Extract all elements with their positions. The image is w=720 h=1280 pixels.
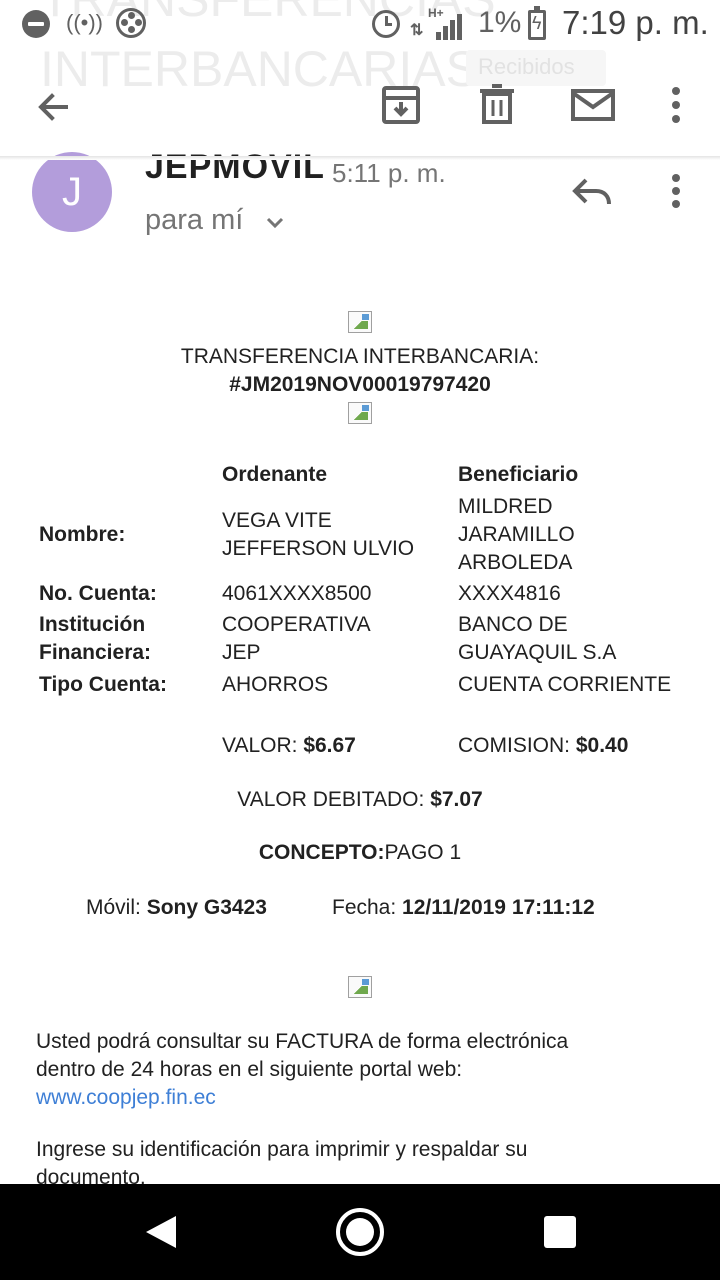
signal-icon: [436, 12, 464, 40]
ordenante-cuenta: 4061XXXX8500: [222, 582, 372, 605]
sent-time: 5:11 p. m.: [332, 158, 446, 188]
label-institucion-1: Institución: [39, 613, 146, 636]
ordenante-nombre-2: JEFFERSON ULVIO: [222, 537, 415, 560]
beneficiario-institucion-2: GUAYAQUIL S.A: [458, 641, 617, 664]
debitado-amount: $7.07: [430, 788, 483, 811]
fecha-value: 12/11/2019 17:11:12: [402, 896, 595, 919]
label-cuenta: No. Cuenta:: [39, 582, 157, 605]
debitado-label: VALOR DEBITADO:: [237, 788, 431, 811]
back-arrow-icon[interactable]: [30, 82, 80, 132]
app-bar: [0, 64, 720, 154]
movil-label: Móvil:: [86, 896, 147, 919]
movil-row: Móvil: Sony G3423: [86, 894, 267, 922]
mail-icon[interactable]: [568, 80, 618, 130]
valor-label: VALOR:: [222, 734, 304, 757]
identificacion-line1: Ingrese su identificación para imprimir …: [36, 1138, 528, 1161]
header-divider: [0, 156, 720, 160]
broken-image-icon: [348, 976, 372, 998]
recipient-label[interactable]: para mí: [145, 204, 243, 237]
header-beneficiario: Beneficiario: [458, 463, 579, 486]
concepto-value: PAGO 1: [384, 841, 462, 864]
status-bar: ((•)) ⇅H+ 1% 7:19 p. m.: [0, 0, 720, 50]
comision-label: COMISION:: [458, 734, 576, 757]
do-not-disturb-icon: [22, 10, 50, 38]
ordenante-tipo-cuenta: AHORROS: [222, 673, 329, 696]
portal-link[interactable]: www.coopjep.fin.ec: [36, 1084, 686, 1112]
movil-value: Sony G3423: [146, 896, 267, 919]
beneficiario-cuenta: XXXX4816: [458, 582, 561, 605]
label-nombre: Nombre:: [39, 523, 126, 546]
chevron-down-icon[interactable]: [262, 210, 288, 236]
alarm-icon: [372, 10, 400, 38]
valor-row: VALOR: $6.67: [222, 732, 356, 760]
archive-icon[interactable]: [376, 80, 426, 130]
reply-icon[interactable]: [568, 168, 616, 216]
hotspot-icon: ((•)): [66, 10, 104, 35]
broken-image-icon: [348, 402, 372, 424]
beneficiario-nombre-1: MILDRED: [458, 495, 553, 518]
beneficiario-nombre-2: JARAMILLO: [458, 523, 575, 546]
beneficiario-nombre-3: ARBOLEDA: [458, 551, 573, 574]
beneficiario-institucion-1: BANCO DE: [458, 613, 568, 636]
factura-paragraph: Usted podrá consultar su FACTURA de form…: [36, 1028, 686, 1112]
concepto-row: CONCEPTO:PAGO 1: [0, 841, 720, 865]
comision-amount: $0.40: [575, 734, 629, 757]
concepto-label: CONCEPTO:: [258, 841, 385, 864]
valor-debitado-row: VALOR DEBITADO: $7.07: [0, 788, 720, 812]
battery-percent: 1%: [478, 6, 522, 39]
header-ordenante: Ordenante: [222, 463, 328, 486]
ordenante-institucion-2: JEP: [222, 641, 261, 664]
nav-home-icon[interactable]: [336, 1208, 384, 1256]
mobile-data-icon: ⇅ H+: [410, 6, 444, 39]
more-vert-icon[interactable]: [652, 80, 702, 130]
comision-row: COMISION: $0.40: [458, 732, 628, 760]
message-more-icon[interactable]: [652, 168, 700, 216]
factura-text-line1: Usted podrá consultar su FACTURA de form…: [36, 1030, 569, 1053]
label-tipo-cuenta: Tipo Cuenta:: [39, 673, 167, 696]
ordenante-institucion-1: COOPERATIVA: [222, 613, 371, 636]
ordenante-nombre-1: VEGA VITE: [222, 509, 332, 532]
nav-recents-icon[interactable]: [544, 1216, 576, 1248]
clock: 7:19 p. m.: [562, 4, 709, 41]
nav-back-icon[interactable]: [142, 1212, 182, 1252]
label-institucion-2: Financiera:: [39, 641, 152, 664]
broken-image-icon: [348, 311, 372, 333]
beneficiario-tipo-cuenta: CUENTA CORRIENTE: [458, 673, 672, 696]
factura-text-line2: dentro de 24 horas en el siguiente porta…: [36, 1058, 463, 1081]
navigation-bar: [0, 1184, 720, 1280]
fecha-label: Fecha:: [332, 896, 403, 919]
fecha-row: Fecha: 12/11/2019 17:11:12: [332, 894, 595, 922]
battery-charging-icon: [528, 6, 546, 40]
delete-icon[interactable]: [472, 80, 522, 130]
media-reel-icon: [116, 8, 146, 38]
transfer-title: TRANSFERENCIA INTERBANCARIA:: [180, 345, 540, 368]
valor-amount: $6.67: [303, 734, 356, 757]
avatar[interactable]: J: [32, 152, 112, 232]
transfer-reference: #JM2019NOV00019797420: [229, 373, 491, 396]
